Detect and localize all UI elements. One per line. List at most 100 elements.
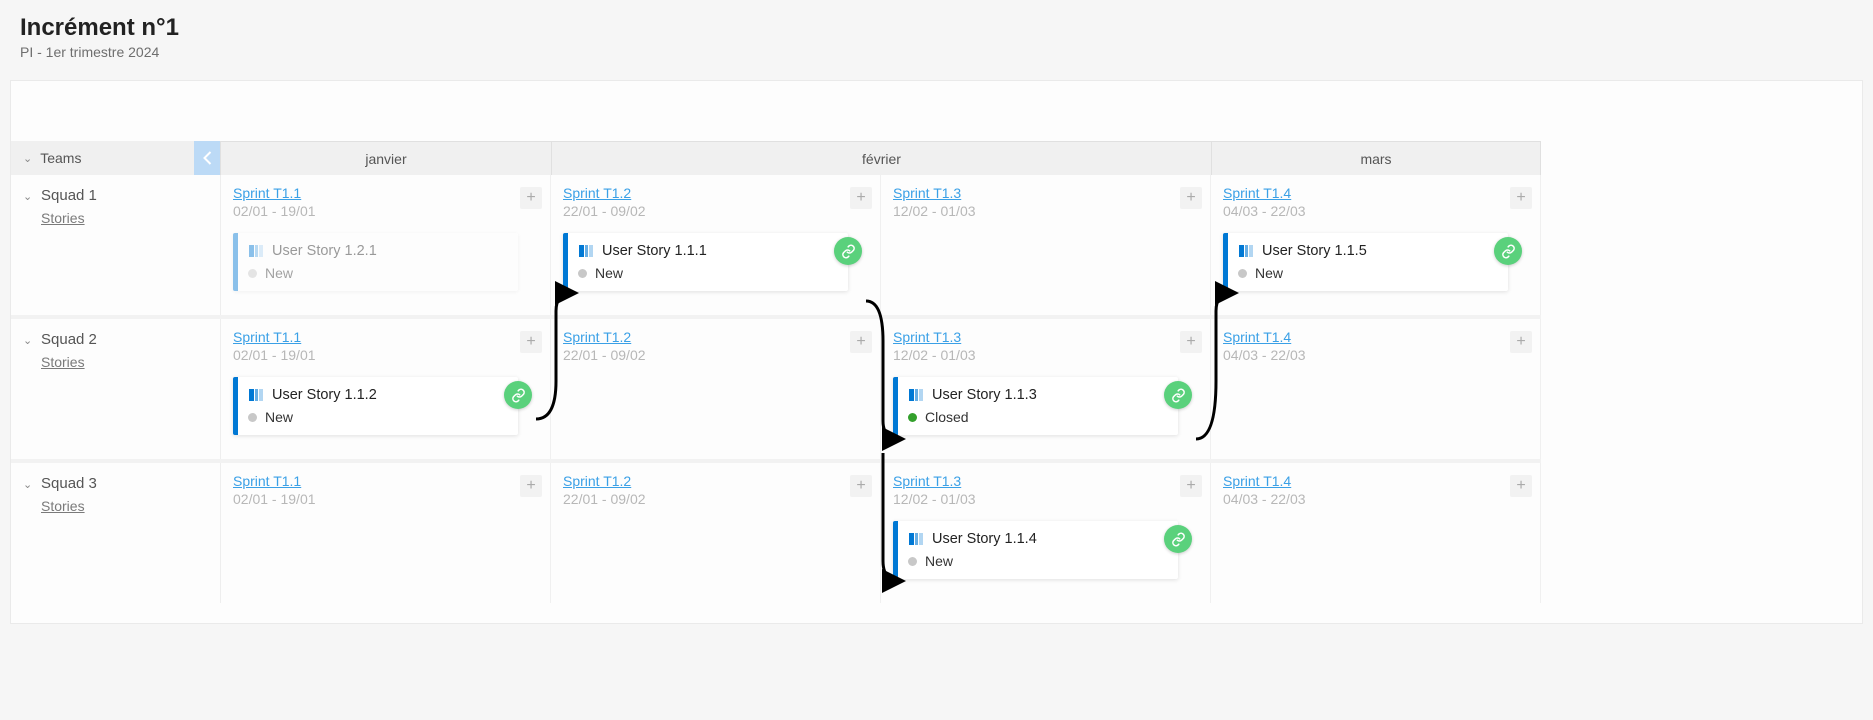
sprint-cell: Sprint T1.3 12/02 - 01/03 + User Story 1… bbox=[881, 463, 1211, 603]
add-card-button[interactable]: + bbox=[850, 331, 872, 353]
teams-header: ⌄ Teams bbox=[11, 141, 221, 175]
work-item-card[interactable]: User Story 1.1.2 New bbox=[233, 377, 518, 435]
card-status: New bbox=[265, 409, 293, 425]
sprint-dates: 04/03 - 22/03 bbox=[1223, 347, 1306, 363]
add-card-button[interactable]: + bbox=[1510, 331, 1532, 353]
sprint-dates: 12/02 - 01/03 bbox=[893, 203, 976, 219]
sprint-link[interactable]: Sprint T1.1 bbox=[233, 473, 301, 489]
status-dot-icon bbox=[578, 269, 587, 278]
add-card-button[interactable]: + bbox=[1510, 475, 1532, 497]
user-story-icon bbox=[578, 243, 594, 259]
sprint-cell: Sprint T1.3 12/02 - 01/03 + bbox=[881, 175, 1211, 315]
card-title: User Story 1.1.3 bbox=[932, 387, 1037, 403]
card-status: New bbox=[925, 553, 953, 569]
chevron-down-icon[interactable]: ⌄ bbox=[23, 478, 32, 491]
sprint-cell: Sprint T1.1 02/01 - 19/01 + bbox=[221, 463, 551, 603]
add-card-button[interactable]: + bbox=[520, 331, 542, 353]
link-icon bbox=[1501, 244, 1516, 259]
expand-all-icon[interactable]: ⌄ bbox=[23, 152, 32, 165]
work-item-card[interactable]: User Story 1.2.1 New bbox=[233, 233, 518, 291]
sprint-cell: Sprint T1.2 22/01 - 09/02 + User Story 1… bbox=[551, 175, 881, 315]
page-subtitle: PI - 1er trimestre 2024 bbox=[20, 44, 1853, 60]
stories-link[interactable]: Stories bbox=[41, 498, 85, 514]
sprint-link[interactable]: Sprint T1.2 bbox=[563, 185, 631, 201]
link-badge[interactable] bbox=[1164, 381, 1192, 409]
status-dot-icon bbox=[248, 269, 257, 278]
sprint-link[interactable]: Sprint T1.2 bbox=[563, 473, 631, 489]
status-dot-icon bbox=[1238, 269, 1247, 278]
card-status: Closed bbox=[925, 409, 969, 425]
sprint-link[interactable]: Sprint T1.4 bbox=[1223, 473, 1291, 489]
add-card-button[interactable]: + bbox=[520, 187, 542, 209]
team-cell: ⌄ Squad 3 Stories bbox=[11, 463, 221, 603]
sprint-cell: Sprint T1.4 04/03 - 22/03 + bbox=[1211, 463, 1541, 603]
user-story-icon bbox=[1238, 243, 1254, 259]
add-card-button[interactable]: + bbox=[520, 475, 542, 497]
sprint-link[interactable]: Sprint T1.2 bbox=[563, 329, 631, 345]
sprint-link[interactable]: Sprint T1.4 bbox=[1223, 329, 1291, 345]
chevron-down-icon[interactable]: ⌄ bbox=[23, 334, 32, 347]
month-label: février bbox=[862, 151, 901, 167]
sprint-dates: 02/01 - 19/01 bbox=[233, 491, 316, 507]
work-item-card[interactable]: User Story 1.1.5 New bbox=[1223, 233, 1508, 291]
planning-board: ⌄ Teams janvier février mars ⌄ Squad 1 S… bbox=[10, 80, 1863, 624]
sprint-link[interactable]: Sprint T1.3 bbox=[893, 329, 961, 345]
sprint-link[interactable]: Sprint T1.1 bbox=[233, 329, 301, 345]
sprint-link[interactable]: Sprint T1.4 bbox=[1223, 185, 1291, 201]
sprint-dates: 22/01 - 09/02 bbox=[563, 347, 646, 363]
sprint-link[interactable]: Sprint T1.3 bbox=[893, 473, 961, 489]
sprint-cell: Sprint T1.2 22/01 - 09/02 + bbox=[551, 319, 881, 459]
sprint-link[interactable]: Sprint T1.1 bbox=[233, 185, 301, 201]
card-title: User Story 1.2.1 bbox=[272, 243, 377, 259]
link-badge[interactable] bbox=[834, 237, 862, 265]
link-badge[interactable] bbox=[504, 381, 532, 409]
sprint-dates: 04/03 - 22/03 bbox=[1223, 203, 1306, 219]
sprint-cell: Sprint T1.4 04/03 - 22/03 + bbox=[1211, 319, 1541, 459]
sprint-dates: 22/01 - 09/02 bbox=[563, 203, 646, 219]
add-card-button[interactable]: + bbox=[1510, 187, 1532, 209]
team-name: Squad 3 bbox=[41, 475, 206, 492]
link-icon bbox=[841, 244, 856, 259]
card-status: New bbox=[265, 265, 293, 281]
add-card-button[interactable]: + bbox=[1180, 187, 1202, 209]
link-icon bbox=[1171, 532, 1186, 547]
sprint-cell: Sprint T1.2 22/01 - 09/02 + bbox=[551, 463, 881, 603]
month-header: janvier bbox=[221, 141, 551, 175]
sprint-cell: Sprint T1.1 02/01 - 19/01 + User Story 1… bbox=[221, 319, 551, 459]
sprint-dates: 12/02 - 01/03 bbox=[893, 347, 976, 363]
add-card-button[interactable]: + bbox=[1180, 475, 1202, 497]
link-icon bbox=[511, 388, 526, 403]
work-item-card[interactable]: User Story 1.1.3 Closed bbox=[893, 377, 1178, 435]
link-icon bbox=[1171, 388, 1186, 403]
month-header: mars bbox=[1211, 141, 1541, 175]
stories-link[interactable]: Stories bbox=[41, 354, 85, 370]
status-dot-icon bbox=[908, 557, 917, 566]
sprint-cell: Sprint T1.3 12/02 - 01/03 + User Story 1… bbox=[881, 319, 1211, 459]
chevron-left-icon bbox=[203, 151, 212, 165]
scroll-left-button[interactable] bbox=[194, 141, 220, 175]
user-story-icon bbox=[248, 387, 264, 403]
month-label: janvier bbox=[365, 151, 406, 167]
card-title: User Story 1.1.5 bbox=[1262, 243, 1367, 259]
sprint-cell: Sprint T1.1 02/01 - 19/01 + User Story 1… bbox=[221, 175, 551, 315]
page-title: Incrément n°1 bbox=[20, 14, 1853, 42]
work-item-card[interactable]: User Story 1.1.1 New bbox=[563, 233, 848, 291]
user-story-icon bbox=[908, 531, 924, 547]
sprint-cell: Sprint T1.4 04/03 - 22/03 + User Story 1… bbox=[1211, 175, 1541, 315]
work-item-card[interactable]: User Story 1.1.4 New bbox=[893, 521, 1178, 579]
sprint-link[interactable]: Sprint T1.3 bbox=[893, 185, 961, 201]
stories-link[interactable]: Stories bbox=[41, 210, 85, 226]
team-cell: ⌄ Squad 1 Stories bbox=[11, 175, 221, 315]
add-card-button[interactable]: + bbox=[1180, 331, 1202, 353]
chevron-down-icon[interactable]: ⌄ bbox=[23, 190, 32, 203]
add-card-button[interactable]: + bbox=[850, 187, 872, 209]
team-cell: ⌄ Squad 2 Stories bbox=[11, 319, 221, 459]
link-badge[interactable] bbox=[1494, 237, 1522, 265]
card-title: User Story 1.1.2 bbox=[272, 387, 377, 403]
link-badge[interactable] bbox=[1164, 525, 1192, 553]
team-name: Squad 1 bbox=[41, 187, 206, 204]
sprint-dates: 04/03 - 22/03 bbox=[1223, 491, 1306, 507]
add-card-button[interactable]: + bbox=[850, 475, 872, 497]
card-title: User Story 1.1.1 bbox=[602, 243, 707, 259]
sprint-dates: 02/01 - 19/01 bbox=[233, 347, 316, 363]
